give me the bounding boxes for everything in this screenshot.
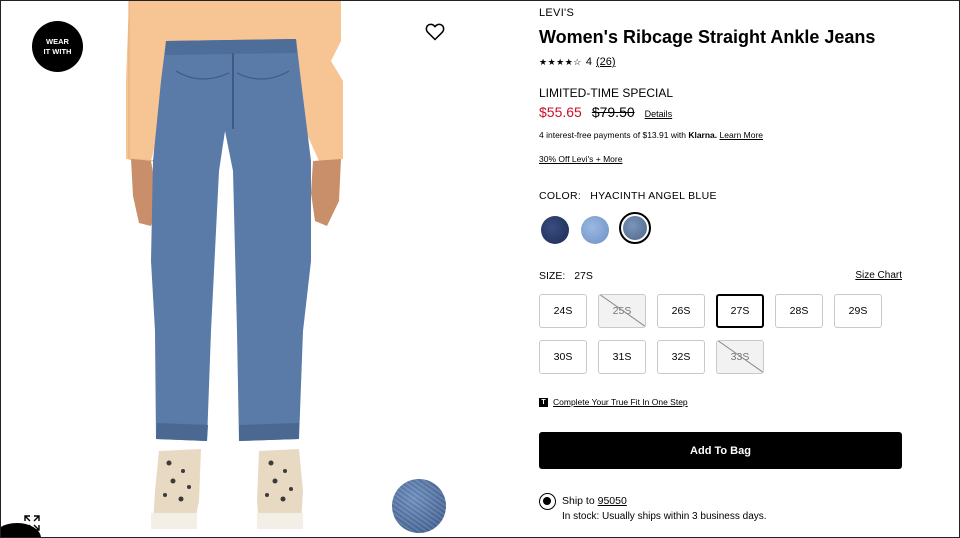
klarna-text: 4 interest-free payments of $13.91 with xyxy=(539,130,686,140)
product-page: WEAR IT WITH LEVI'S Women's Ribcage Stra… xyxy=(0,0,960,538)
size-chart-link[interactable]: Size Chart xyxy=(855,270,902,281)
size-option-32s[interactable]: 32S xyxy=(657,340,705,374)
ship-to-text: Ship to 95050 xyxy=(562,495,627,507)
rating-value: 4 xyxy=(585,56,592,68)
price-row: $55.65 $79.50 Details xyxy=(539,104,672,120)
offer-link[interactable]: 30% Off Levi's + More xyxy=(539,154,622,164)
color-swatch-fill xyxy=(623,216,647,240)
size-option-25s[interactable]: 25S xyxy=(598,294,646,328)
color-swatch-hyacinth-angel-blue[interactable] xyxy=(619,212,651,244)
size-option-27s[interactable]: 27S xyxy=(716,294,764,328)
size-option-26s[interactable]: 26S xyxy=(657,294,705,328)
color-selected-value: HYACINTH ANGEL BLUE xyxy=(590,190,717,202)
star-rating-icon: ★★★★☆ xyxy=(539,56,582,67)
stock-status: In stock: Usually ships within 3 busines… xyxy=(562,511,767,522)
true-fit-icon: T xyxy=(539,397,548,407)
size-option-28s[interactable]: 28S xyxy=(775,294,823,328)
size-label-row: SIZE: 27S Size Chart xyxy=(539,270,902,282)
color-swatch-light-wash[interactable] xyxy=(581,216,609,244)
wear-it-with-button[interactable]: WEAR IT WITH xyxy=(32,21,83,72)
product-image[interactable] xyxy=(1,1,521,538)
size-label: SIZE: xyxy=(539,270,566,282)
ship-to-prefix: Ship to xyxy=(562,495,595,507)
sale-price: $55.65 xyxy=(539,104,582,120)
size-option-29s[interactable]: 29S xyxy=(834,294,882,328)
ship-zip-link[interactable]: 95050 xyxy=(598,495,627,507)
wear-badge-line2: IT WITH xyxy=(43,46,72,56)
size-option-31s[interactable]: 31S xyxy=(598,340,646,374)
original-price: $79.50 xyxy=(591,104,635,120)
review-count-link[interactable]: (26) xyxy=(596,56,616,68)
fabric-swatch-thumbnail[interactable] xyxy=(392,479,446,533)
color-label-row: COLOR: HYACINTH ANGEL BLUE xyxy=(539,190,717,202)
heart-icon[interactable] xyxy=(425,22,445,42)
true-fit-link[interactable]: Complete Your True Fit In One Step xyxy=(553,397,688,407)
expand-icon[interactable] xyxy=(24,515,40,531)
klarna-financing: 4 interest-free payments of $13.91 with … xyxy=(539,130,763,140)
product-media: WEAR IT WITH xyxy=(1,1,521,538)
color-swatch-dark-wash[interactable] xyxy=(541,216,569,244)
color-label: COLOR: xyxy=(539,190,582,202)
size-option-33s[interactable]: 33S xyxy=(716,340,764,374)
klarna-brand: Klarna. xyxy=(688,130,718,140)
add-to-bag-button[interactable]: Add To Bag xyxy=(539,432,902,469)
product-title: Women's Ribcage Straight Ankle Jeans xyxy=(539,27,876,47)
promo-label: LIMITED-TIME SPECIAL xyxy=(539,86,674,100)
size-option-30s[interactable]: 30S xyxy=(539,340,587,374)
rating[interactable]: ★★★★☆ 4 (26) xyxy=(539,56,616,68)
size-selected-value: 27S xyxy=(574,270,593,282)
price-details-link[interactable]: Details xyxy=(645,109,673,119)
wear-badge-line1: WEAR xyxy=(46,36,69,46)
size-option-24s[interactable]: 24S xyxy=(539,294,587,328)
ship-to-radio[interactable] xyxy=(539,493,556,510)
klarna-learn-more-link[interactable]: Learn More xyxy=(720,130,763,140)
true-fit-row: T Complete Your True Fit In One Step xyxy=(539,397,688,407)
brand-name[interactable]: LEVI'S xyxy=(539,7,574,19)
